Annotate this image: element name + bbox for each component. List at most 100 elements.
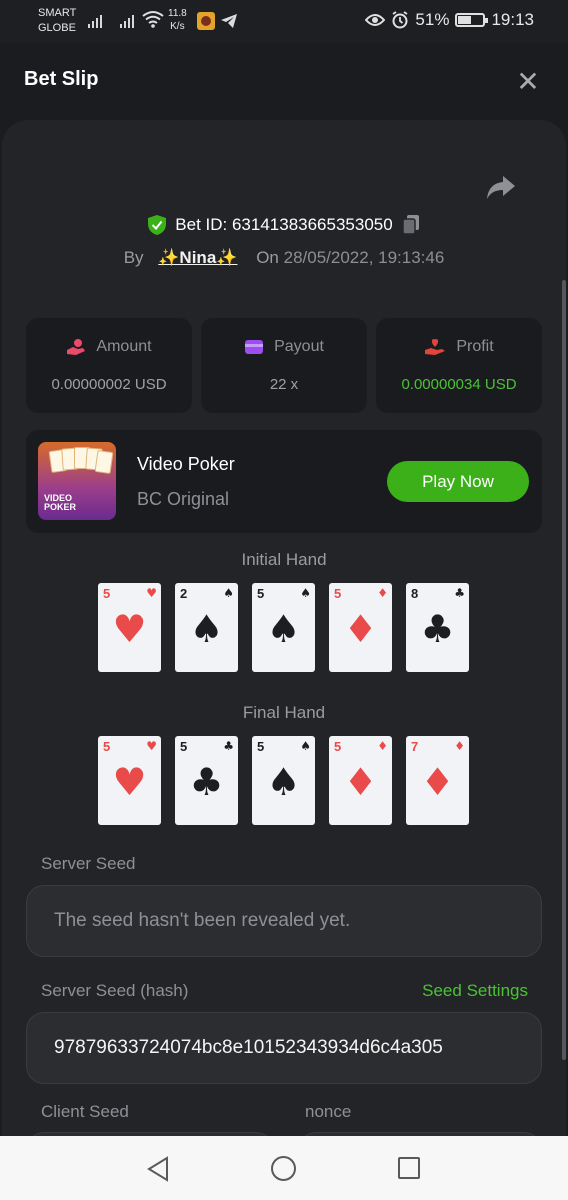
nonce-label: nonce [305,1102,352,1121]
stat-payout: Payout 22 x [201,318,367,413]
navigation-bar [0,1136,568,1200]
card-rank: 5 [180,739,188,754]
stat-profit-value: 0.00000034 USD [401,376,517,393]
stat-payout-label: Payout [274,338,324,355]
signal-icon-2 [120,12,134,28]
card-rank: 2 [180,586,188,601]
page-title: Bet Slip [24,68,99,90]
card-suit-small-icon: ♥ [146,739,157,753]
carrier-label: SMART GLOBE [38,6,76,36]
card-rank: 5 [334,739,342,754]
play-now-button[interactable]: Play Now [387,461,529,502]
hand-heart-icon [425,339,446,355]
signal-icon [88,12,102,28]
eye-icon [365,14,386,26]
wifi-icon [142,11,164,28]
thumb-text-2: POKER [44,502,77,512]
seed-settings-link[interactable]: Seed Settings [422,981,528,1001]
card-suit-icon: ♦ [343,760,378,804]
battery-percent: 51% [415,10,450,29]
card-suit-icon: ♥ [112,607,147,651]
card-rank: 7 [411,739,419,754]
card-rank: 5 [257,586,265,601]
home-icon[interactable] [271,1156,296,1181]
server-seed-hash-field[interactable]: 97879633724074bc8e10152343934d6c4a305 [26,1012,542,1084]
playing-card: 5 ♦ ♦ [329,583,392,672]
alarm-icon [392,11,408,29]
card-rank: 8 [411,586,419,601]
card-suit-icon: ♠ [266,607,301,651]
card-suit-icon: ♠ [189,607,224,651]
card-suit-small-icon: ♦ [377,739,388,753]
card-suit-small-icon: ♥ [146,586,157,600]
card-rank: 5 [103,739,111,754]
game-name: Video Poker [137,454,235,474]
copy-icon[interactable] [401,214,421,236]
by-label: By [123,248,144,267]
bet-slip-panel: Bet ID: 63141383665353050 By ✨Nina✨ On 2… [2,120,566,1140]
server-seed-label: Server Seed [41,854,136,873]
server-seed-hash-label: Server Seed (hash) [41,981,189,1000]
playing-card: 5 ♥ ♥ [98,583,161,672]
game-card: VIDEO POKER Video Poker BC Original Play… [26,430,542,533]
user-link[interactable]: ✨Nina✨ [158,248,237,267]
card-suit-icon: ♦ [343,607,378,651]
playing-card: 8 ♣ ♣ [406,583,469,672]
scrollbar[interactable] [562,280,566,1060]
on-label: On [256,248,279,267]
stat-amount-label: Amount [96,338,152,355]
card-rank: 5 [103,586,111,601]
card-suit-icon: ♠ [266,760,301,804]
clock: 19:13 [491,10,534,29]
close-icon[interactable]: ✕ [514,68,542,96]
game-thumbnail[interactable]: VIDEO POKER [38,442,116,520]
battery-icon [455,13,489,27]
share-icon[interactable] [486,174,516,200]
card-suit-small-icon: ♠ [300,586,311,600]
card-suit-small-icon: ♠ [223,586,234,600]
card-suit-small-icon: ♠ [300,739,311,753]
back-icon[interactable] [146,1156,170,1182]
bet-date: 28/05/2022, 19:13:46 [283,248,445,267]
playing-card: 5 ♠ ♠ [252,583,315,672]
network-speed: 11.8 K/s [168,7,187,33]
card-suit-small-icon: ♣ [223,739,234,753]
stat-payout-value: 22 x [269,376,299,393]
game-subtitle: BC Original [137,489,230,509]
stat-amount: Amount 0.00000002 USD [26,318,192,413]
speed-value: 11.8 [168,8,187,19]
playing-card: 5 ♣ ♣ [175,736,238,825]
card-rank: 5 [257,739,265,754]
server-seed-field[interactable]: The seed hasn't been revealed yet. [26,885,542,957]
app-notification-icon [197,12,215,30]
status-right: 51% 19:13 [365,10,534,30]
stat-profit-label: Profit [456,338,494,355]
card-suit-icon: ♥ [112,760,147,804]
initial-hand: 5 ♥ ♥ 2 ♠ ♠ 5 ♠ ♠ 5 ♦ ♦ 8 ♣ ♣ [98,583,470,673]
final-hand-label: Final Hand [242,703,326,722]
playing-card: 5 ♦ ♦ [329,736,392,825]
playing-card: 5 ♥ ♥ [98,736,161,825]
card-suit-small-icon: ♦ [377,586,388,600]
telegram-icon [221,14,237,28]
playing-card: 7 ♦ ♦ [406,736,469,825]
recent-apps-icon[interactable] [398,1157,420,1179]
stat-profit: Profit 0.00000034 USD [376,318,542,413]
playing-card: 2 ♠ ♠ [175,583,238,672]
playing-card: 5 ♠ ♠ [252,736,315,825]
stat-amount-value: 0.00000002 USD [51,376,167,393]
wallet-icon [245,340,264,354]
card-suit-icon: ♣ [420,607,455,651]
carrier-line-2: GLOBE [38,22,76,34]
status-bar: SMART GLOBE 11.8 K/s 51% 19:13 [0,0,568,42]
card-rank: 5 [334,586,342,601]
speed-unit: K/s [170,21,185,32]
initial-hand-label: Initial Hand [241,550,327,569]
card-suit-small-icon: ♦ [454,739,465,753]
card-suit-icon: ♦ [420,760,455,804]
card-suit-small-icon: ♣ [454,586,465,600]
card-suit-icon: ♣ [189,760,224,804]
modal-header: Bet Slip ✕ [0,42,568,120]
client-seed-label: Client Seed [41,1102,129,1121]
hand-coins-icon [67,339,86,355]
